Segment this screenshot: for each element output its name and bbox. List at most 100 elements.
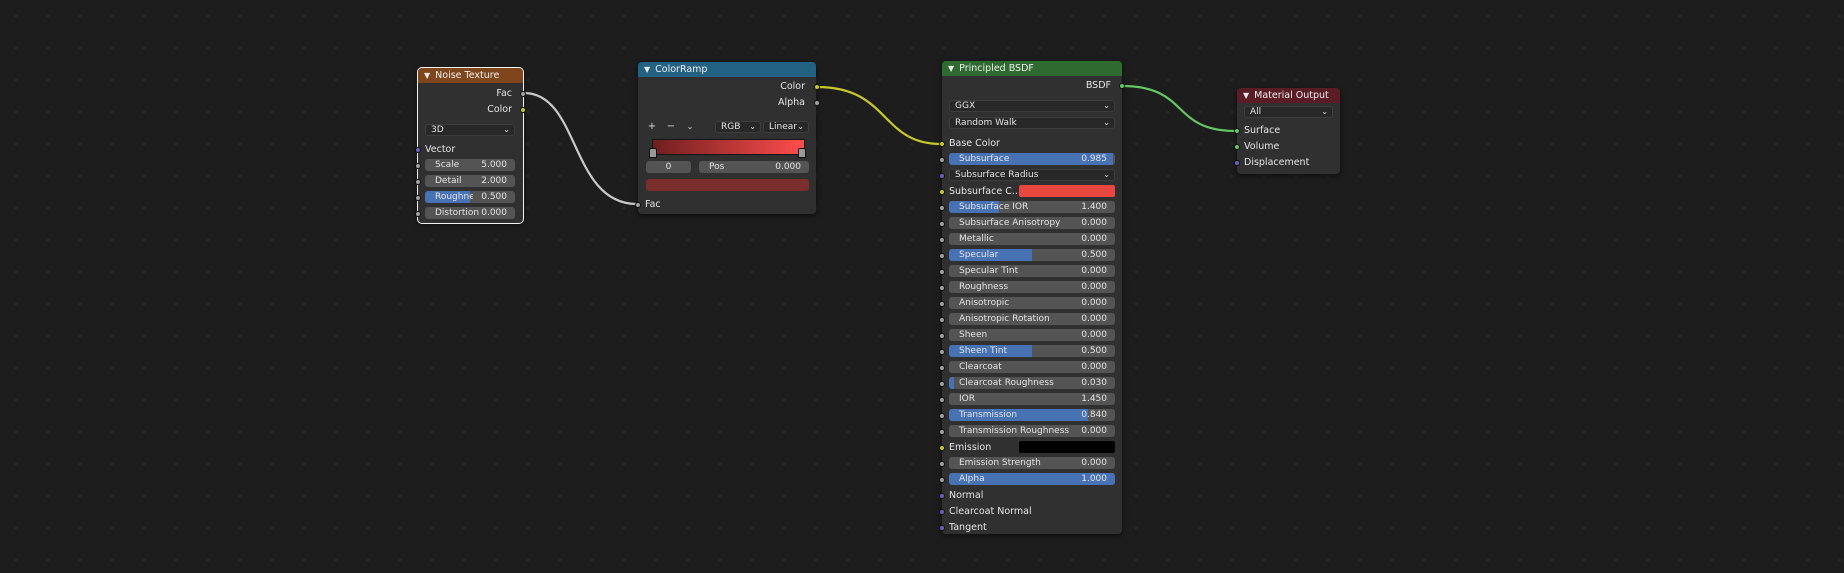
roughness-field[interactable]: Roughness 0.000 xyxy=(949,281,1115,293)
detail-field[interactable]: Detail 2.000 xyxy=(425,175,515,187)
input-detail-socket[interactable] xyxy=(415,179,421,185)
material-output-node[interactable]: ▼ Material Output All ⌄ Surface Volume D… xyxy=(1234,88,1340,174)
input-subsurface-color-socket[interactable] xyxy=(939,189,945,195)
collapse-chevron-icon[interactable]: ▼ xyxy=(644,65,650,74)
plus-icon[interactable]: + xyxy=(646,121,658,133)
subsurface-color-swatch[interactable] xyxy=(1019,185,1115,197)
alpha-field[interactable]: Alpha 1.000 xyxy=(949,473,1115,485)
input-ior-socket[interactable] xyxy=(939,397,945,403)
scale-field[interactable]: Scale 5.000 xyxy=(425,159,515,171)
input-sheen-socket[interactable] xyxy=(939,333,945,339)
target-dropdown[interactable]: All ⌄ xyxy=(1244,106,1333,118)
input-anisotropic-socket[interactable] xyxy=(939,301,945,307)
chevron-down-icon: ⌄ xyxy=(1103,101,1110,110)
subsurface-field[interactable]: Subsurface 0.985 xyxy=(949,153,1115,165)
input-distortion-socket[interactable] xyxy=(415,211,421,217)
transmission-field[interactable]: Transmission 0.840 xyxy=(949,409,1115,421)
specular-tint-field[interactable]: Specular Tint 0.000 xyxy=(949,265,1115,277)
stop-position-field[interactable]: Pos 0.000 xyxy=(699,161,809,173)
principled-bsdf-node[interactable]: ▼ Principled BSDF BSDF GGX ⌄ Random Walk… xyxy=(939,61,1125,534)
input-roughness-socket[interactable] xyxy=(415,195,421,201)
input-volume-socket[interactable] xyxy=(1234,144,1240,150)
clearcoat-roughness-field[interactable]: Clearcoat Roughness 0.030 xyxy=(949,377,1115,389)
input-sheen-tint-socket[interactable] xyxy=(939,349,945,355)
input-transmission-socket[interactable] xyxy=(939,413,945,419)
input-roughness-socket[interactable] xyxy=(939,285,945,291)
chevron-down-icon[interactable]: ⌄ xyxy=(684,121,696,133)
input-clearcoat-normal-socket[interactable] xyxy=(939,509,945,515)
collapse-chevron-icon[interactable]: ▼ xyxy=(948,64,954,73)
link-ramp-color-to-base-color[interactable] xyxy=(816,85,942,146)
color-ramp-gradient[interactable] xyxy=(652,139,805,155)
sheen-tint-field[interactable]: Sheen Tint 0.500 xyxy=(949,345,1115,357)
input-displacement-socket[interactable] xyxy=(1234,160,1240,166)
ior-field[interactable]: IOR 1.450 xyxy=(949,393,1115,405)
distortion-field[interactable]: Distortion 0.000 xyxy=(425,207,515,219)
input-emission-strength-socket[interactable] xyxy=(939,461,945,467)
color-stop-left-handle[interactable] xyxy=(649,148,657,158)
stop-color-swatch[interactable] xyxy=(646,179,809,191)
collapse-chevron-icon[interactable]: ▼ xyxy=(424,71,430,80)
stop-index-field[interactable]: 0 xyxy=(646,161,691,173)
input-transmission-roughness-socket[interactable] xyxy=(939,429,945,435)
material-output-header[interactable]: ▼ Material Output xyxy=(1237,88,1340,103)
link-bsdf-to-surface[interactable] xyxy=(1121,84,1237,133)
output-fac-socket[interactable] xyxy=(520,91,526,97)
scale-value: 5.000 xyxy=(481,160,507,170)
emission-color-swatch[interactable] xyxy=(1019,441,1115,453)
input-subsurface-ior-socket[interactable] xyxy=(939,205,945,211)
distribution-dropdown[interactable]: GGX ⌄ xyxy=(949,100,1115,112)
subsurface-anisotropy-field[interactable]: Subsurface Anisotropy 0.000 xyxy=(949,217,1115,229)
ior-value: 1.450 xyxy=(1081,394,1107,404)
interpolation-dropdown[interactable]: Linear ⌄ xyxy=(763,121,809,133)
input-tangent-socket[interactable] xyxy=(939,525,945,531)
color-stop-right-handle[interactable] xyxy=(798,148,806,158)
specular-field[interactable]: Specular 0.500 xyxy=(949,249,1115,261)
anisotropic-field[interactable]: Anisotropic 0.000 xyxy=(949,297,1115,309)
input-normal-socket[interactable] xyxy=(939,493,945,499)
roughness-value: 0.500 xyxy=(481,192,507,202)
input-anisotropic-rotation-socket[interactable] xyxy=(939,317,945,323)
output-color-socket[interactable] xyxy=(520,107,526,113)
metallic-field[interactable]: Metallic 0.000 xyxy=(949,233,1115,245)
link-noise-fac-to-ramp-fac[interactable] xyxy=(523,91,638,206)
input-emission-socket[interactable] xyxy=(939,445,945,451)
minus-icon[interactable]: − xyxy=(665,121,677,133)
metallic-value: 0.000 xyxy=(1081,234,1107,244)
emission-strength-field[interactable]: Emission Strength 0.000 xyxy=(949,457,1115,469)
noise-texture-node[interactable]: ▼ Noise Texture Fac Color 3D ⌄ Vector Sc… xyxy=(415,67,526,224)
collapse-chevron-icon[interactable]: ▼ xyxy=(1243,91,1249,100)
transmission-roughness-field[interactable]: Transmission Roughness 0.000 xyxy=(949,425,1115,437)
input-metallic-socket[interactable] xyxy=(939,237,945,243)
output-alpha-socket[interactable] xyxy=(814,100,820,106)
clearcoat-field[interactable]: Clearcoat 0.000 xyxy=(949,361,1115,373)
noise-texture-header[interactable]: ▼ Noise Texture xyxy=(418,68,523,83)
input-subsurface-socket[interactable] xyxy=(939,157,945,163)
input-vector-socket[interactable] xyxy=(415,147,421,153)
input-specular-socket[interactable] xyxy=(939,253,945,259)
output-bsdf-socket[interactable] xyxy=(1119,83,1125,89)
chevron-down-icon: ⌄ xyxy=(749,122,756,131)
input-fac-socket[interactable] xyxy=(635,202,641,208)
subsurface-radius-dropdown[interactable]: Subsurface Radius ⌄ xyxy=(949,169,1115,181)
roughness-field[interactable]: Roughness 0.500 xyxy=(425,191,515,203)
input-subsurface-radius-socket[interactable] xyxy=(939,173,945,179)
input-alpha-socket[interactable] xyxy=(939,477,945,483)
color-ramp-header[interactable]: ▼ ColorRamp xyxy=(638,62,816,77)
input-specular-tint-socket[interactable] xyxy=(939,269,945,275)
output-color-socket[interactable] xyxy=(814,84,820,90)
input-clearcoat-roughness-socket[interactable] xyxy=(939,381,945,387)
input-clearcoat-socket[interactable] xyxy=(939,365,945,371)
subsurface-ior-field[interactable]: Subsurface IOR 1.400 xyxy=(949,201,1115,213)
color-ramp-node[interactable]: ▼ ColorRamp Color Alpha + − ⌄ RGB ⌄ Line… xyxy=(635,62,820,214)
anisotropic-rotation-field[interactable]: Anisotropic Rotation 0.000 xyxy=(949,313,1115,325)
input-scale-socket[interactable] xyxy=(415,163,421,169)
principled-bsdf-header[interactable]: ▼ Principled BSDF xyxy=(942,61,1122,76)
input-surface-socket[interactable] xyxy=(1234,128,1240,134)
sheen-field[interactable]: Sheen 0.000 xyxy=(949,329,1115,341)
input-subsurface-anisotropy-socket[interactable] xyxy=(939,221,945,227)
input-base-color-socket[interactable] xyxy=(939,141,945,147)
dimensions-dropdown[interactable]: 3D ⌄ xyxy=(425,124,515,136)
subsurface-method-dropdown[interactable]: Random Walk ⌄ xyxy=(949,117,1115,129)
color-mode-dropdown[interactable]: RGB ⌄ xyxy=(715,121,761,133)
